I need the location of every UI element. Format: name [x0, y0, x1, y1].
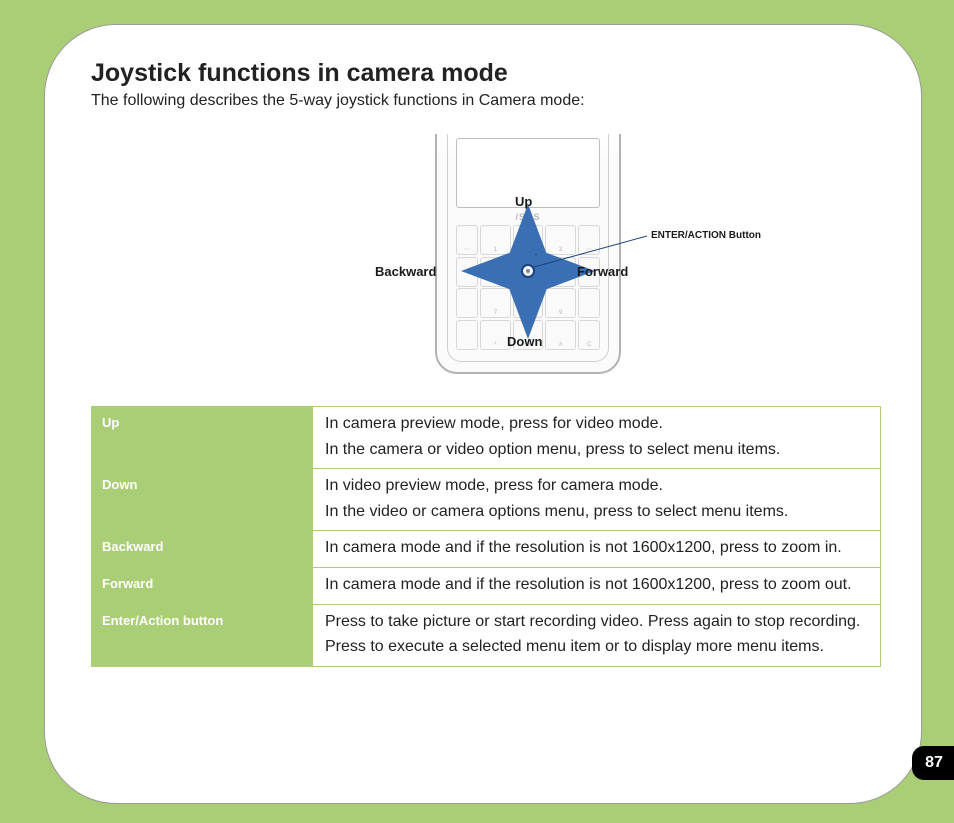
row-label: Up	[92, 407, 313, 469]
label-enter: ENTER/ACTION Button	[651, 230, 761, 241]
row-description-line: Press to execute a selected menu item or…	[325, 636, 868, 658]
label-up: Up	[515, 194, 532, 209]
row-description: In video preview mode, press for camera …	[313, 469, 881, 531]
row-label: Forward	[92, 567, 313, 604]
joystick-diagram: /SUS ⋯123⋯ 456 789 *0#C	[91, 134, 881, 374]
table-row: Up In camera preview mode, press for vide…	[92, 407, 881, 469]
label-down: Down	[507, 334, 542, 349]
table-row: Enter/Action button Press to take picture…	[92, 604, 881, 666]
content-sheet: Joystick functions in camera mode The fo…	[44, 24, 922, 804]
row-label: Down	[92, 469, 313, 531]
page-number-tab: 87	[912, 746, 954, 780]
intro-text: The following describes the 5-way joysti…	[91, 92, 881, 110]
page-number: 87	[925, 754, 943, 772]
label-forward: Forward	[577, 264, 628, 279]
row-description-line: In camera mode and if the resolution is …	[325, 537, 868, 559]
row-description-line: In the video or camera options menu, pre…	[325, 501, 868, 523]
row-description-line: In camera mode and if the resolution is …	[325, 574, 868, 596]
row-label: Enter/Action button	[92, 604, 313, 666]
manual-page: Joystick functions in camera mode The fo…	[0, 0, 954, 823]
row-description-line: In the camera or video option menu, pres…	[325, 439, 868, 461]
row-label: Backward	[92, 531, 313, 568]
row-description: In camera mode and if the resolution is …	[313, 531, 881, 568]
row-description-line: In video preview mode, press for camera …	[325, 475, 868, 497]
row-description: Press to take picture or start recording…	[313, 604, 881, 666]
table-row: Forward In camera mode and if the resolut…	[92, 567, 881, 604]
label-backward: Backward	[375, 264, 436, 279]
functions-table: Up In camera preview mode, press for vide…	[91, 406, 881, 667]
row-description-line: In camera preview mode, press for video …	[325, 413, 868, 435]
row-description: In camera preview mode, press for video …	[313, 407, 881, 469]
table-row: Down In video preview mode, press for cam…	[92, 469, 881, 531]
page-title: Joystick functions in camera mode	[91, 59, 881, 88]
row-description-line: Press to take picture or start recording…	[325, 611, 868, 633]
table-row: Backward In camera mode and if the resolu…	[92, 531, 881, 568]
enter-pointer-icon	[91, 134, 881, 374]
row-description: In camera mode and if the resolution is …	[313, 567, 881, 604]
